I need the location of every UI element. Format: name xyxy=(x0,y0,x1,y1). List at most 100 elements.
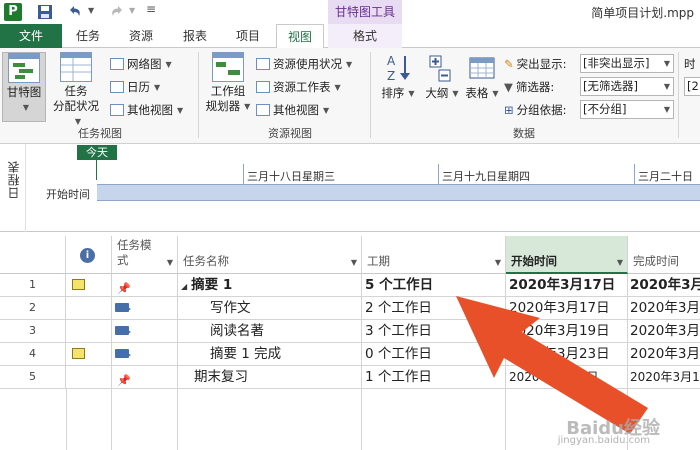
undo-icon[interactable] xyxy=(66,3,84,21)
timeline-tick xyxy=(438,164,439,184)
highlight-select-value: [非突出显示] xyxy=(583,56,650,70)
highlight-select[interactable]: [非突出显示] ▼ xyxy=(580,54,674,73)
chevron-down-icon[interactable]: ▼ xyxy=(351,258,357,267)
task-name-text: 写作文 xyxy=(210,300,251,316)
column-header-finish[interactable]: 完成时间 xyxy=(628,236,700,274)
column-line xyxy=(111,389,112,450)
row-number[interactable]: 2 xyxy=(0,297,66,320)
undo-dropdown-icon[interactable]: ▼ xyxy=(88,6,94,15)
task-usage-label: 任务 xyxy=(64,84,88,98)
highlight-label-wrap: ✎ 突出显示: xyxy=(504,54,567,74)
column-header-finish-label: 完成时间 xyxy=(633,254,679,268)
chevron-down-icon: ▼ xyxy=(22,103,30,112)
chevron-down-icon[interactable]: ▼ xyxy=(167,258,173,267)
calendar-label: 日历 xyxy=(127,80,150,94)
cell-info[interactable] xyxy=(66,366,112,389)
column-header-duration[interactable]: 工期 ▼ xyxy=(362,236,506,274)
tab-task[interactable]: 任务 xyxy=(66,24,110,48)
resource-sheet-button[interactable]: 资源工作表 ▼ xyxy=(256,77,341,97)
column-line xyxy=(177,389,178,450)
resource-sheet-label: 资源工作表 xyxy=(273,80,331,94)
network-diagram-button[interactable]: 网络图 ▼ xyxy=(110,54,172,74)
timeline-tick xyxy=(634,164,635,184)
sort-button[interactable]: AZ 排序 ▼ xyxy=(378,52,418,101)
note-icon[interactable] xyxy=(72,279,85,290)
row-number[interactable]: 4 xyxy=(0,343,66,366)
cell-task-mode[interactable]: 📌 xyxy=(112,274,178,297)
chevron-down-icon: ▼ xyxy=(492,89,499,98)
chevron-down-icon: ▼ xyxy=(346,60,353,69)
cell-task-mode[interactable] xyxy=(112,297,178,320)
auto-schedule-icon xyxy=(115,303,131,312)
resource-usage-button[interactable]: 资源使用状况 ▼ xyxy=(256,54,352,74)
baidu-watermark-url: jingyan.baidu.com xyxy=(557,435,650,446)
collapse-triangle-icon[interactable]: ◢ xyxy=(181,282,187,291)
team-planner-label2: 规划器 xyxy=(205,99,241,113)
resource-usage-label: 资源使用状况 xyxy=(273,57,342,71)
tab-project[interactable]: 项目 xyxy=(226,24,270,48)
group-by-select-value: [不分组] xyxy=(583,102,627,116)
tab-report[interactable]: 报表 xyxy=(172,24,218,48)
save-icon[interactable] xyxy=(36,3,54,21)
timeline-bar[interactable] xyxy=(97,184,700,201)
group-separator xyxy=(370,52,371,138)
cell-task-name[interactable]: 写作文 xyxy=(178,297,362,320)
group-by-label: 分组依据: xyxy=(516,103,567,117)
team-planner-button[interactable]: 工作组 规划器 ▼ xyxy=(204,52,252,114)
column-header-mode[interactable]: 任务模式 ▼ xyxy=(112,236,178,274)
cell-task-name[interactable]: 阅读名著 xyxy=(178,320,362,343)
timeline-date: 三月二十日 xyxy=(638,170,693,183)
timescale-label: 时 xyxy=(684,57,696,71)
group-by-select[interactable]: [不分组] ▼ xyxy=(580,100,674,119)
cell-info[interactable] xyxy=(66,274,112,297)
svg-text:Z: Z xyxy=(387,69,395,83)
cell-task-mode[interactable] xyxy=(112,343,178,366)
ribbon-tabs: 文件 任务 资源 报表 项目 视图 格式 xyxy=(0,24,700,49)
group-label-resource-views: 资源视图 xyxy=(268,127,312,140)
calendar-icon xyxy=(110,81,124,93)
cell-task-mode[interactable]: 📌 xyxy=(112,366,178,389)
timescale-select[interactable]: [2 xyxy=(684,77,700,96)
info-icon: i xyxy=(80,248,95,263)
column-header-duration-label: 工期 xyxy=(367,254,390,268)
chevron-down-icon: ▼ xyxy=(452,89,459,98)
tab-format[interactable]: 格式 xyxy=(328,24,402,48)
column-header-info[interactable]: i xyxy=(66,236,112,274)
select-all-header[interactable] xyxy=(0,236,66,274)
chevron-down-icon[interactable]: ▼ xyxy=(617,258,623,267)
group-separator xyxy=(678,52,679,138)
tab-file[interactable]: 文件 xyxy=(0,24,62,48)
column-header-start[interactable]: 开始时间 ▼ xyxy=(506,236,628,274)
task-name-text: 期末复习 xyxy=(194,369,248,385)
filter-select[interactable]: [无筛选器] ▼ xyxy=(580,77,674,96)
outline-button[interactable]: 大纲 ▼ xyxy=(422,52,462,101)
cell-task-name[interactable]: ◢ 摘要 1 xyxy=(178,274,362,297)
chevron-down-icon: ▼ xyxy=(408,89,415,98)
cell-task-name[interactable]: 期末复习 xyxy=(178,366,362,389)
tab-view[interactable]: 视图 xyxy=(276,24,324,49)
cell-info[interactable] xyxy=(66,320,112,343)
cell-info[interactable] xyxy=(66,297,112,320)
cell-task-mode[interactable] xyxy=(112,320,178,343)
row-number[interactable]: 5 xyxy=(0,366,66,389)
other-task-views-button[interactable]: 其他视图 ▼ xyxy=(110,100,183,120)
note-icon[interactable] xyxy=(72,348,85,359)
customize-qat-icon[interactable]: ≡ xyxy=(146,2,156,16)
calendar-button[interactable]: 日历 ▼ xyxy=(110,77,160,97)
cell-task-name[interactable]: 摘要 1 完成 xyxy=(178,343,362,366)
task-usage-button[interactable]: 任务 分配状况▼ xyxy=(48,52,104,129)
row-number[interactable]: 1 xyxy=(0,274,66,297)
tab-resource[interactable]: 资源 xyxy=(118,24,164,48)
row-number[interactable]: 3 xyxy=(0,320,66,343)
gantt-chart-button[interactable]: 甘特图 ▼ xyxy=(2,52,46,122)
other-views-icon xyxy=(110,104,124,116)
timeline-date: 三月十八日星期三 xyxy=(247,170,335,183)
chevron-down-icon: ▼ xyxy=(663,59,670,68)
other-resource-views-button[interactable]: 其他视图 ▼ xyxy=(256,100,329,120)
tables-button[interactable]: 表格 ▼ xyxy=(464,52,500,101)
network-diagram-label: 网络图 xyxy=(127,57,162,71)
cell-info[interactable] xyxy=(66,343,112,366)
timeline-side-label: 日程表 xyxy=(7,160,21,199)
column-header-name[interactable]: 任务名称 ▼ xyxy=(178,236,362,274)
chevron-down-icon[interactable]: ▼ xyxy=(495,258,501,267)
